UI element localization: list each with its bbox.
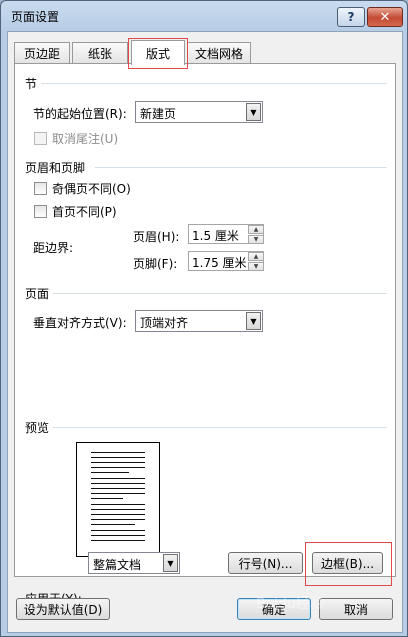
preview-line: [91, 462, 145, 463]
from-edge-label: 距边界:: [33, 241, 74, 255]
section-heading: 节: [25, 77, 38, 91]
first-page-checkbox[interactable]: [34, 205, 47, 218]
preview-line: [91, 478, 145, 479]
title-bar[interactable]: 页面设置 ? ✕: [1, 1, 407, 31]
borders-highlight-box: [305, 542, 392, 586]
apply-to-combo[interactable]: 整篇文档 ▼: [88, 552, 180, 574]
footer-spin-buttons: ▲ ▼: [248, 252, 264, 272]
section-start-label: 节的起始位置(R):: [33, 107, 127, 121]
preview-line: [91, 514, 145, 515]
header-distance-spinner[interactable]: 1.5 厘米 ▲ ▼: [188, 224, 264, 244]
spin-down-icon[interactable]: ▼: [248, 262, 264, 271]
header-distance-label: 页眉(H):: [133, 230, 180, 244]
help-button[interactable]: ?: [337, 7, 365, 27]
watermark: Baidu经验: [256, 596, 324, 612]
cancel-button[interactable]: 取消: [319, 598, 393, 620]
preview-line: [91, 498, 123, 499]
tab-strip: 页边距 纸张 版式 文档网格: [14, 38, 394, 69]
preview-line: [91, 504, 145, 505]
apply-to-value: 整篇文档: [93, 558, 142, 572]
preview-line: [91, 509, 145, 510]
dialog-body: 页边距 纸张 版式 文档网格 节 节的起始位置(R): 新建页 ▼ 取消尾注(U…: [7, 31, 403, 633]
footer-distance-spinner[interactable]: 1.75 厘米 ▲ ▼: [188, 251, 264, 271]
header-footer-divider: [95, 167, 387, 168]
set-default-button[interactable]: 设为默认值(D): [16, 598, 110, 620]
page-setup-dialog: 页面设置 ? ✕ 页边距 纸张 版式 文档网格 节 节的起始位置(R): 新建页…: [0, 0, 408, 637]
header-distance-value: 1.5 厘米: [192, 229, 239, 243]
tab-document-grid[interactable]: 文档网格: [187, 42, 251, 64]
spin-up-icon[interactable]: ▲: [248, 252, 264, 261]
line-numbers-button[interactable]: 行号(N)...: [228, 552, 303, 574]
layout-panel: 节 节的起始位置(R): 新建页 ▼ 取消尾注(U) 页眉和页脚 奇偶页不同(O…: [14, 63, 396, 606]
spin-down-icon[interactable]: ▼: [248, 235, 264, 244]
chevron-down-icon[interactable]: ▼: [246, 103, 261, 121]
preview-line: [91, 519, 145, 520]
page-preview: [76, 442, 160, 557]
preview-line: [91, 452, 145, 453]
footer-distance-label: 页脚(F):: [133, 257, 178, 271]
preview-line: [91, 530, 145, 531]
odd-even-label: 奇偶页不同(O): [52, 182, 131, 196]
spin-up-icon[interactable]: ▲: [248, 225, 264, 234]
preview-line: [91, 467, 145, 468]
tab-highlight-box: [128, 38, 188, 69]
vertical-align-combo[interactable]: 顶端对齐 ▼: [135, 310, 263, 332]
section-divider: [41, 83, 387, 84]
vertical-align-label: 垂直对齐方式(V):: [33, 316, 127, 330]
preview-line: [91, 493, 145, 494]
section-start-combo[interactable]: 新建页 ▼: [135, 101, 263, 123]
preview-heading: 预览: [25, 421, 50, 435]
close-button[interactable]: ✕: [367, 7, 403, 27]
suppress-endnotes-label: 取消尾注(U): [52, 132, 119, 146]
help-icon: ?: [347, 10, 355, 24]
preview-line: [91, 535, 145, 536]
preview-line: [91, 488, 145, 489]
page-divider: [53, 293, 387, 294]
page-heading: 页面: [25, 287, 50, 301]
chevron-down-icon[interactable]: ▼: [246, 312, 261, 330]
vertical-align-value: 顶端对齐: [140, 316, 189, 330]
window-title: 页面设置: [11, 10, 60, 24]
header-spin-buttons: ▲ ▼: [248, 225, 264, 245]
preview-line: [91, 472, 129, 473]
suppress-endnotes-checkbox[interactable]: [34, 132, 47, 145]
preview-line: [91, 540, 145, 541]
header-footer-heading: 页眉和页脚: [25, 161, 86, 175]
preview-line: [91, 483, 145, 484]
footer-distance-value: 1.75 厘米: [192, 256, 247, 270]
preview-divider: [53, 427, 387, 428]
close-icon: ✕: [379, 9, 391, 25]
odd-even-checkbox[interactable]: [34, 182, 47, 195]
preview-line: [91, 524, 135, 525]
section-start-value: 新建页: [140, 107, 177, 121]
tab-paper[interactable]: 纸张: [72, 42, 128, 64]
first-page-label: 首页不同(P): [52, 205, 117, 219]
chevron-down-icon[interactable]: ▼: [163, 554, 178, 572]
tab-margins[interactable]: 页边距: [14, 42, 70, 64]
preview-line: [91, 457, 145, 458]
